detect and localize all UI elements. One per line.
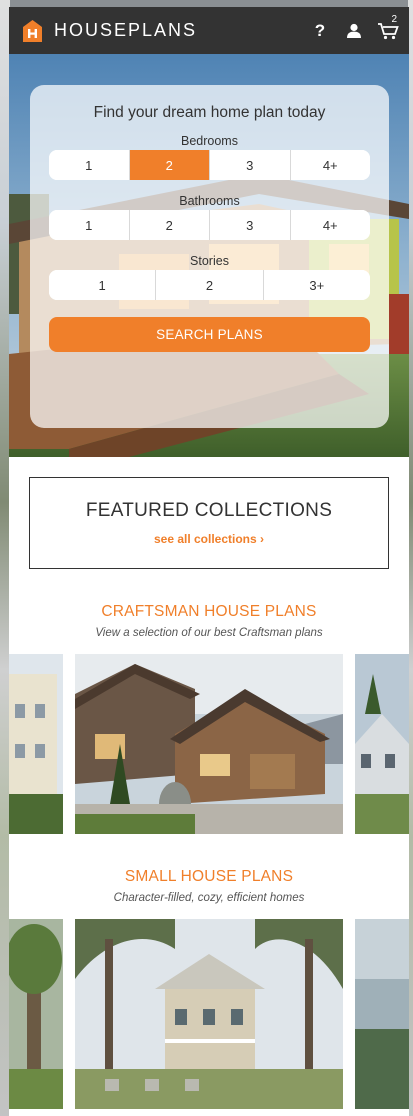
featured-collections-title: FEATURED COLLECTIONS [85, 500, 333, 521]
cart-icon[interactable]: 2 [377, 14, 399, 42]
plan-search-card: Find your dream home plan today Bedrooms… [30, 85, 389, 428]
bedrooms-option-1[interactable]: 1 [49, 150, 129, 180]
craftsman-slide-next[interactable] [355, 654, 409, 834]
bathrooms-option-4plus[interactable]: 4+ [289, 210, 370, 240]
small-house-slide-main[interactable] [75, 919, 343, 1109]
search-card-title: Find your dream home plan today [93, 104, 326, 121]
bathrooms-option-3[interactable]: 3 [209, 210, 290, 240]
logo-text[interactable]: HOUSEPLANS [54, 20, 297, 41]
search-plans-button[interactable]: SEARCH PLANS [49, 317, 370, 352]
small-house-section-title[interactable]: SMALL HOUSE PLANS [9, 868, 409, 886]
craftsman-slide-prev[interactable] [9, 654, 63, 834]
site-header: HOUSEPLANS ? 2 [9, 7, 409, 54]
small-house-section-subtitle: Character-filled, cozy, efficient homes [113, 892, 305, 904]
hero-section: Find your dream home plan today Bedrooms… [9, 54, 409, 457]
stories-selector: 1 2 3+ [49, 270, 370, 300]
bathrooms-label: Bathrooms [179, 194, 240, 208]
small-house-carousel [9, 919, 409, 1109]
house-logo-icon[interactable] [23, 19, 42, 42]
help-icon[interactable]: ? [309, 20, 331, 42]
small-house-slide-prev[interactable] [9, 919, 63, 1109]
stories-option-3plus[interactable]: 3+ [262, 270, 370, 300]
craftsman-section-title[interactable]: CRAFTSMAN HOUSE PLANS [9, 603, 409, 621]
user-icon[interactable] [343, 20, 365, 42]
see-all-collections-link[interactable]: see all collections › [154, 532, 264, 546]
bedrooms-option-2[interactable]: 2 [128, 150, 209, 180]
craftsman-slide-main[interactable] [75, 654, 343, 834]
mobile-app-frame: HOUSEPLANS ? 2 Find your dream home plan… [9, 7, 409, 1116]
bedrooms-label: Bedrooms [181, 134, 238, 148]
stories-option-2[interactable]: 2 [155, 270, 263, 300]
bathrooms-selector: 1 2 3 4+ [49, 210, 370, 240]
stories-option-1[interactable]: 1 [49, 270, 156, 300]
craftsman-section-subtitle: View a selection of our best Craftsman p… [95, 627, 323, 639]
small-house-slide-next[interactable] [355, 919, 409, 1109]
craftsman-carousel [9, 654, 409, 834]
featured-collections-box: FEATURED COLLECTIONS see all collections… [29, 477, 389, 569]
bedrooms-selector: 1 2 3 4+ [49, 150, 370, 180]
bathrooms-option-1[interactable]: 1 [49, 210, 129, 240]
bedrooms-option-3[interactable]: 3 [209, 150, 290, 180]
stories-label: Stories [190, 254, 229, 268]
bedrooms-option-4plus[interactable]: 4+ [289, 150, 370, 180]
cart-count-badge: 2 [391, 13, 397, 25]
bathrooms-option-2[interactable]: 2 [128, 210, 209, 240]
